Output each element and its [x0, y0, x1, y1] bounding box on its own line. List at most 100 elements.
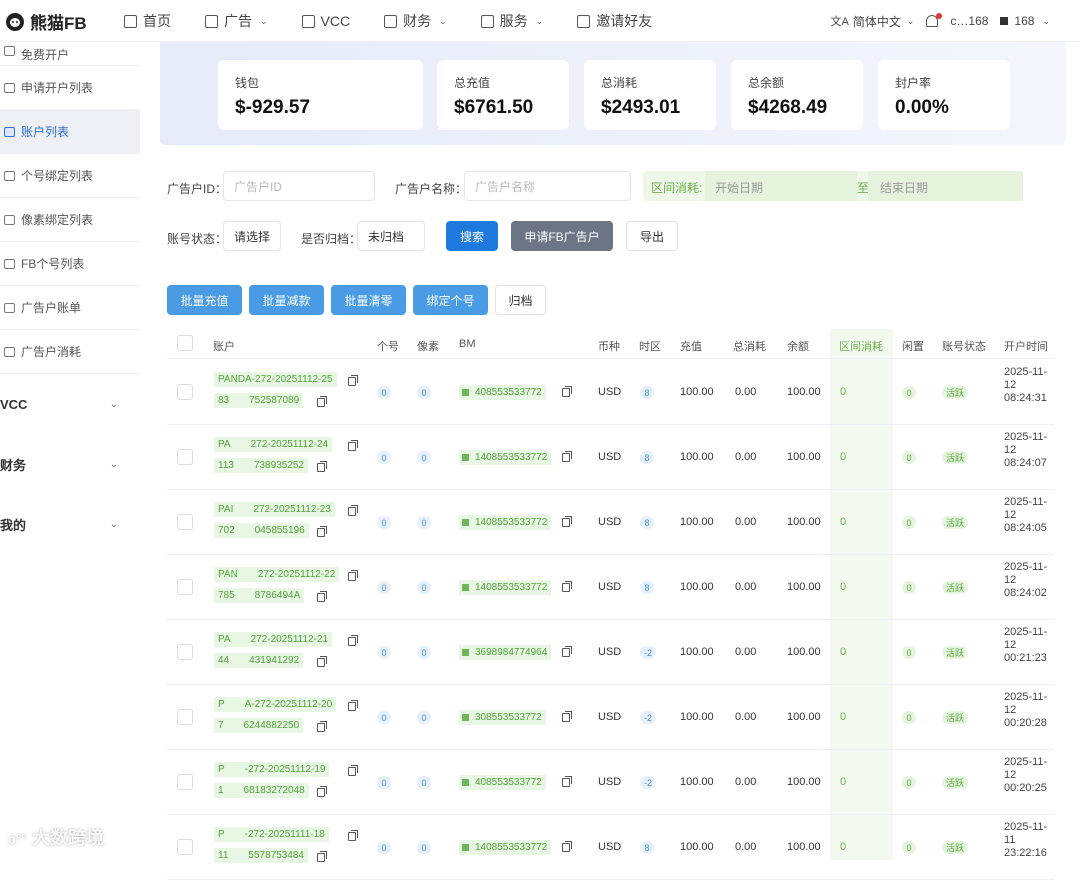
copy-icon[interactable] [317, 721, 327, 732]
total-spent: 0.00 [735, 451, 757, 463]
sidebar-group-2[interactable]: 我的 ⌄ [0, 494, 140, 554]
open-date: 2025-11-12 [1004, 626, 1048, 651]
end-date-input[interactable]: 结束日期 [868, 171, 1023, 201]
sidebar-item-3[interactable]: 个号绑定列表 [0, 154, 140, 198]
nav-item-0[interactable]: 首页 [124, 11, 171, 31]
row-checkbox[interactable] [177, 709, 193, 725]
nav-item-4[interactable]: 服务 ⌄ [480, 11, 543, 31]
account-id: 83 752587089 [214, 393, 304, 408]
copy-icon[interactable] [348, 635, 358, 646]
sidebar-group-0[interactable]: VCC ⌄ [0, 374, 140, 434]
copy-icon[interactable] [348, 505, 358, 516]
balance: 100.00 [787, 646, 821, 658]
copy-icon[interactable] [562, 646, 572, 657]
user-name[interactable]: c…168 [950, 14, 988, 28]
table-row: PAN 272-20251112-22 785 8786494A 0 0 1408553… [167, 555, 1054, 620]
app-logo[interactable]: 熊猫FB [6, 9, 87, 34]
range-spend: 0 [840, 451, 847, 463]
status-badge: 活跃 [942, 581, 969, 594]
sidebar-item-5[interactable]: FB个号列表 [0, 242, 140, 286]
stat-label: 总消耗 [601, 76, 638, 90]
chevron-down-icon: ⌄ [906, 15, 915, 26]
status-select[interactable]: 请选择 [223, 221, 281, 251]
copy-icon[interactable] [562, 451, 572, 462]
copy-icon[interactable] [562, 711, 572, 722]
sidebar-group-label: 财务 [0, 457, 27, 473]
copy-icon[interactable] [317, 526, 327, 537]
chevron-down-icon: ⌄ [109, 398, 118, 410]
recharge-amount: 100.00 [680, 646, 714, 658]
total-spent: 0.00 [735, 776, 757, 788]
idle-count: 0 [902, 451, 916, 464]
copy-icon[interactable] [348, 570, 358, 581]
copy-icon[interactable] [317, 591, 327, 602]
select-all-checkbox[interactable] [177, 335, 193, 351]
copy-icon[interactable] [317, 656, 327, 667]
sidebar-item-2[interactable]: 账户列表 [0, 110, 140, 154]
notification-bell-icon[interactable] [926, 13, 943, 27]
search-button[interactable]: 搜索 [446, 221, 498, 251]
total-spent: 0.00 [735, 386, 757, 398]
copy-icon[interactable] [317, 786, 327, 797]
row-checkbox[interactable] [177, 839, 193, 855]
copy-icon[interactable] [562, 776, 572, 787]
apply-fb-ad-account-button[interactable]: 申请FB广告户 [511, 221, 613, 251]
copy-icon[interactable] [348, 765, 358, 776]
row-checkbox[interactable] [177, 644, 193, 660]
account-menu[interactable]: 168 ⌄ [1000, 14, 1050, 28]
ad-account-name-input[interactable]: 广告户名称 [464, 171, 631, 201]
copy-icon[interactable] [348, 830, 358, 841]
status-badge: 活跃 [942, 776, 969, 789]
start-date-input[interactable]: 开始日期 [705, 171, 857, 201]
ad-account-id-input[interactable]: 广告户ID [223, 171, 375, 201]
open-clock: 08:24:02 [1004, 587, 1047, 599]
row-checkbox[interactable] [177, 384, 193, 400]
copy-icon[interactable] [562, 386, 572, 397]
archived-select[interactable]: 未归档 [357, 221, 425, 251]
range-spend: 0 [840, 386, 847, 398]
nav-item-2[interactable]: VCC [301, 13, 351, 29]
sidebar-item-6[interactable]: 广告户账单 [0, 286, 140, 330]
nav-item-3[interactable]: 财务 ⌄ [384, 11, 447, 31]
copy-icon[interactable] [348, 375, 358, 386]
open-time: 2025-11-12 00:20:25 [1004, 756, 1054, 795]
balance: 100.00 [787, 581, 821, 593]
copy-icon[interactable] [317, 851, 327, 862]
sidebar-item-4[interactable]: 像素绑定列表 [0, 198, 140, 242]
sidebar-item-1[interactable]: 申请开户列表 [0, 66, 140, 110]
language-switch[interactable]: 文A 简体中文 ⌄ [830, 13, 914, 30]
archive-button[interactable]: 归档 [495, 285, 546, 315]
row-checkbox[interactable] [177, 774, 193, 790]
nav-item-1[interactable]: 广告 ⌄ [205, 11, 268, 31]
row-checkbox[interactable] [177, 514, 193, 530]
sidebar-item-7[interactable]: 广告户消耗 [0, 330, 140, 374]
nav-item-label: 邀请好友 [596, 13, 653, 29]
column-header: BM [459, 338, 476, 350]
total-spent: 0.00 [735, 581, 757, 593]
nav-item-5[interactable]: 邀请好友 [577, 11, 652, 31]
row-checkbox[interactable] [177, 449, 193, 465]
copy-icon[interactable] [562, 516, 572, 527]
row-checkbox[interactable] [177, 579, 193, 595]
range-spend: 0 [840, 516, 847, 528]
open-time: 2025-11-12 08:24:05 [1004, 496, 1054, 535]
sidebar-item-0[interactable]: 免费开户 [0, 42, 140, 66]
chevron-down-icon: ⌄ [109, 458, 118, 470]
bm-marker [462, 779, 469, 786]
batch-clear-button[interactable]: 批量清零 [331, 285, 406, 315]
copy-icon[interactable] [348, 440, 358, 451]
batch-deduct-button[interactable]: 批量减款 [249, 285, 324, 315]
nav-item-label: VCC [320, 13, 351, 29]
batch-recharge-button[interactable]: 批量充值 [167, 285, 242, 315]
sidebar-group-1[interactable]: 财务 ⌄ [0, 434, 140, 494]
bind-personal-button[interactable]: 绑定个号 [413, 285, 488, 315]
copy-icon[interactable] [348, 700, 358, 711]
export-button[interactable]: 导出 [626, 221, 678, 251]
recharge-amount: 100.00 [680, 516, 714, 528]
copy-icon[interactable] [317, 396, 327, 407]
bm-id: 408553533772 [459, 775, 546, 790]
copy-icon[interactable] [562, 581, 572, 592]
copy-icon[interactable] [317, 461, 327, 472]
sidebar-item-label: 像素绑定列表 [21, 213, 94, 227]
copy-icon[interactable] [562, 841, 572, 852]
